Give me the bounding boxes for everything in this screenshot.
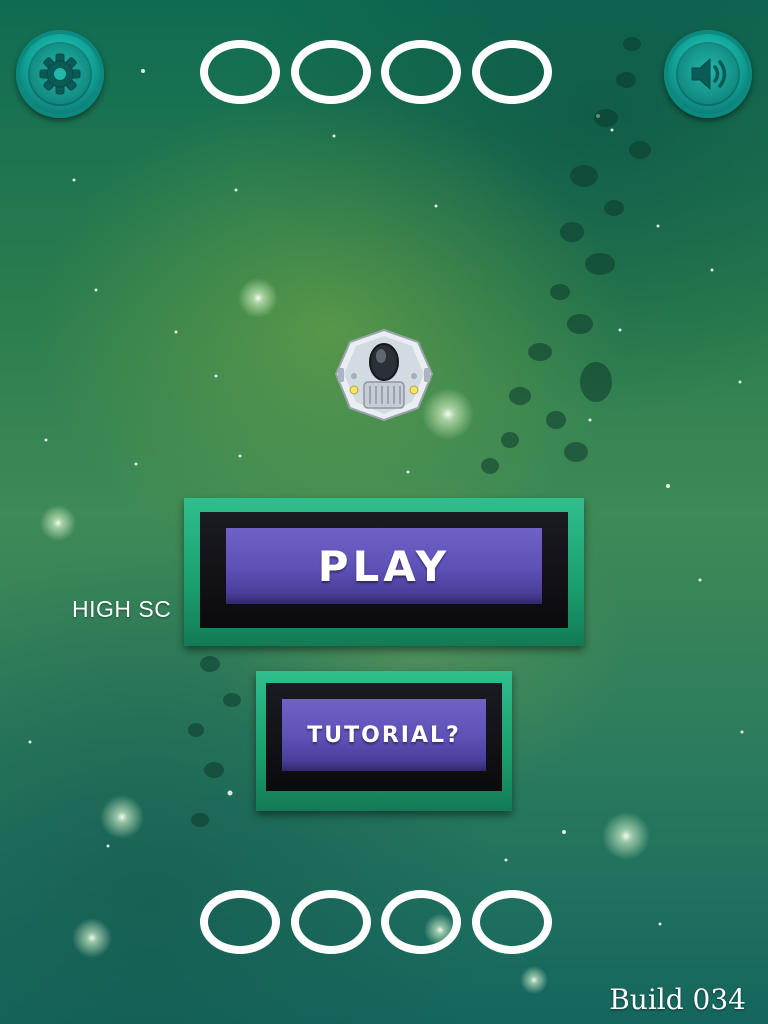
play-button-label: PLAY <box>226 528 542 604</box>
high-score-digit: 0 <box>471 890 552 954</box>
score-digit: 0 <box>471 40 552 104</box>
high-score-digit: 0 <box>381 890 462 954</box>
speaker-icon <box>691 57 727 91</box>
tutorial-button[interactable]: TUTORIAL? <box>256 671 512 811</box>
score-display: 0 0 0 0 <box>200 40 552 110</box>
high-score-label: HIGH SC <box>72 596 172 622</box>
build-version-label: Build 034 <box>609 983 746 1016</box>
score-digit: 0 <box>290 40 371 104</box>
score-digit: 0 <box>381 40 462 104</box>
play-button[interactable]: PLAY <box>184 498 584 646</box>
tutorial-button-label: TUTORIAL? <box>282 699 486 771</box>
spaceship-sprite <box>334 328 434 422</box>
high-score-digit: 0 <box>200 890 280 954</box>
high-score-display: 0 0 0 0 <box>200 890 552 960</box>
sound-button[interactable] <box>664 30 752 118</box>
score-digit: 0 <box>200 40 280 104</box>
gear-icon <box>39 53 81 95</box>
settings-button[interactable] <box>16 30 104 118</box>
high-score-digit: 0 <box>290 890 371 954</box>
